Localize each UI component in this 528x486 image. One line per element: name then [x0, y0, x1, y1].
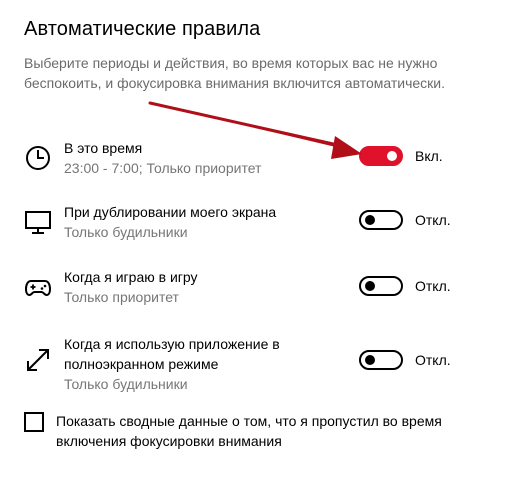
toggle-knob	[387, 151, 397, 161]
rule-subtitle: Только будильники	[64, 224, 188, 240]
rule-subtitle: Только будильники	[64, 376, 188, 392]
scheduled-time-toggle[interactable]	[359, 146, 403, 166]
toggle-state-label: Откл.	[415, 212, 451, 228]
playing-game-toggle[interactable]	[359, 276, 403, 296]
duplicating-screen-toggle[interactable]	[359, 210, 403, 230]
toggle-knob	[365, 281, 375, 291]
rule-subtitle: Только приоритет	[64, 289, 179, 305]
toggle-knob	[365, 215, 375, 225]
toggle-state-label: Вкл.	[415, 148, 443, 164]
rule-subtitle: 23:00 - 7:00; Только приоритет	[64, 160, 262, 176]
toggle-knob	[365, 355, 375, 365]
toggle-state-label: Откл.	[415, 352, 451, 368]
rule-title: Когда я играю в игру	[64, 269, 198, 285]
fullscreen-app-toggle[interactable]	[359, 350, 403, 370]
rule-title: В это время	[64, 140, 143, 156]
show-summary-checkbox-label[interactable]: Показать сводные данные о том, что я про…	[56, 411, 476, 451]
clock-icon	[24, 144, 52, 172]
show-summary-checkbox[interactable]	[24, 412, 44, 432]
rule-title: При дублировании моего экрана	[64, 204, 277, 220]
toggle-state-label: Откл.	[415, 278, 451, 294]
section-title: Автоматические правила	[24, 18, 261, 40]
fullscreen-arrows-icon	[24, 346, 52, 374]
section-description: Выберите периоды и действия, во время ко…	[24, 55, 446, 91]
rule-title: Когда я использую приложение в полноэкра…	[64, 336, 280, 372]
monitor-icon	[24, 208, 52, 236]
gamepad-icon	[24, 273, 52, 301]
